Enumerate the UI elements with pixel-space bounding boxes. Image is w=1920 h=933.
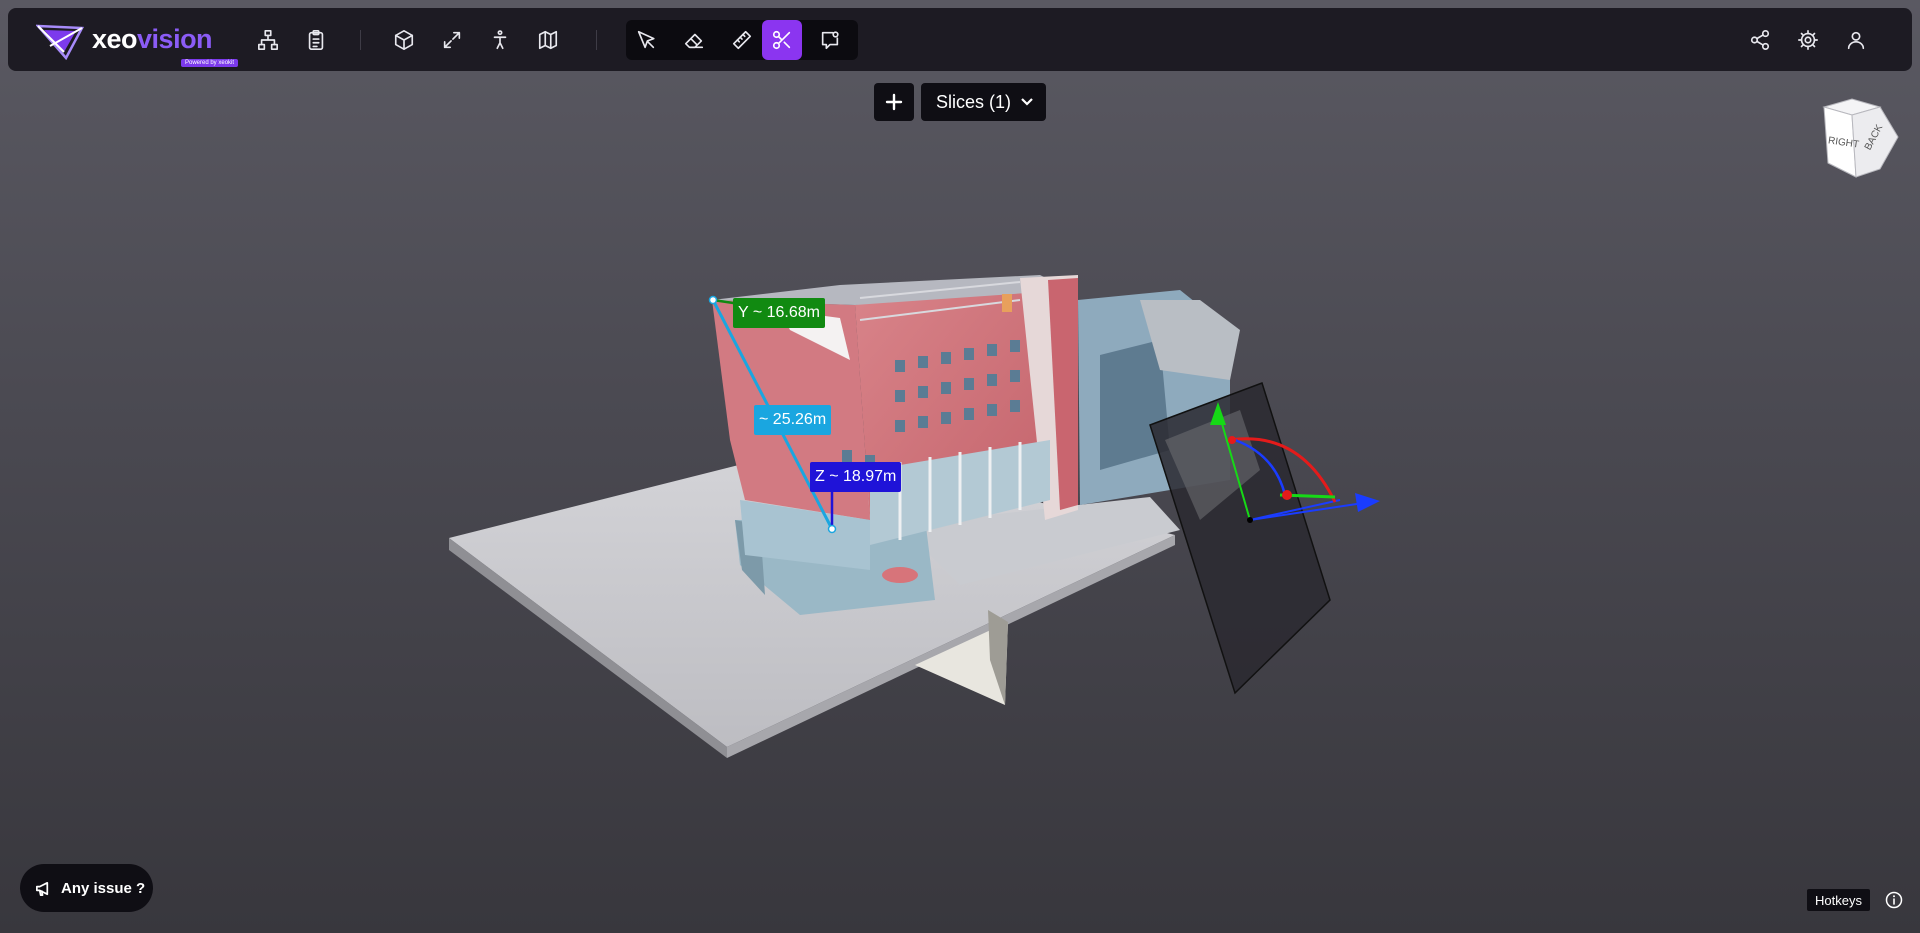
powered-by-badge: Powered by xeokit [181, 59, 239, 67]
plan-view-button[interactable] [528, 20, 568, 60]
fit-view-button[interactable] [432, 20, 472, 60]
select-tool-button[interactable] [626, 20, 666, 60]
navigation-cube[interactable]: RIGHT BACK [1820, 97, 1904, 181]
cube-icon [394, 30, 414, 50]
map-icon [538, 30, 558, 50]
measurement-y-label: Y ~ 16.68m [733, 298, 825, 328]
info-icon[interactable] [1883, 889, 1905, 911]
share-button[interactable] [1740, 20, 1780, 60]
top-toolbar: xeovision Powered by xeokit [8, 8, 1912, 71]
3d-viewport[interactable] [0, 0, 1920, 933]
add-slice-button[interactable] [874, 83, 914, 121]
section-plane[interactable] [1149, 382, 1331, 695]
megaphone-icon [35, 881, 49, 896]
tree-hierarchy-icon [258, 30, 278, 50]
expand-arrows-icon [443, 31, 461, 49]
plus-icon [885, 93, 903, 111]
measurement-distance-label: ~ 25.26m [754, 405, 832, 435]
scissors-icon [772, 30, 791, 50]
user-button[interactable] [1836, 20, 1876, 60]
tree-view-button[interactable] [248, 20, 288, 60]
hotkeys-label: Hotkeys [1815, 892, 1862, 908]
chevron-down-icon [1021, 98, 1033, 106]
measurement-z-label: Z ~ 18.97m [810, 462, 902, 492]
report-issue-button[interactable]: Any issue ? [20, 864, 153, 912]
brand-name: xeovision [92, 24, 213, 54]
eraser-tool-button[interactable] [674, 20, 714, 60]
slices-dropdown-label: Slices (1) [936, 91, 1012, 112]
report-issue-label: Any issue ? [61, 879, 146, 897]
toolbar-divider [360, 30, 361, 50]
share-icon [1750, 30, 1770, 50]
brand-logo[interactable]: xeovision Powered by xeokit [36, 20, 239, 67]
comment-icon [821, 31, 839, 50]
eraser-icon [684, 33, 704, 49]
measure-tool-button[interactable] [722, 20, 762, 60]
annotation-tool-button[interactable] [810, 20, 850, 60]
3d-view-button[interactable] [384, 20, 424, 60]
ruler-icon [732, 30, 752, 50]
pointer-icon [637, 30, 655, 49]
section-tool-button[interactable] [762, 20, 802, 60]
xeovision-logo-icon [36, 24, 84, 60]
clipboard-list-icon [308, 30, 324, 50]
toolbar-divider [596, 30, 597, 50]
user-icon [1847, 31, 1865, 50]
slices-dropdown[interactable]: Slices (1) [921, 83, 1046, 121]
settings-button[interactable] [1788, 20, 1828, 60]
gear-icon [1798, 30, 1818, 50]
walk-person-icon [493, 30, 507, 50]
properties-button[interactable] [296, 20, 336, 60]
first-person-button[interactable] [480, 20, 520, 60]
hotkeys-button[interactable]: Hotkeys [1807, 889, 1870, 911]
